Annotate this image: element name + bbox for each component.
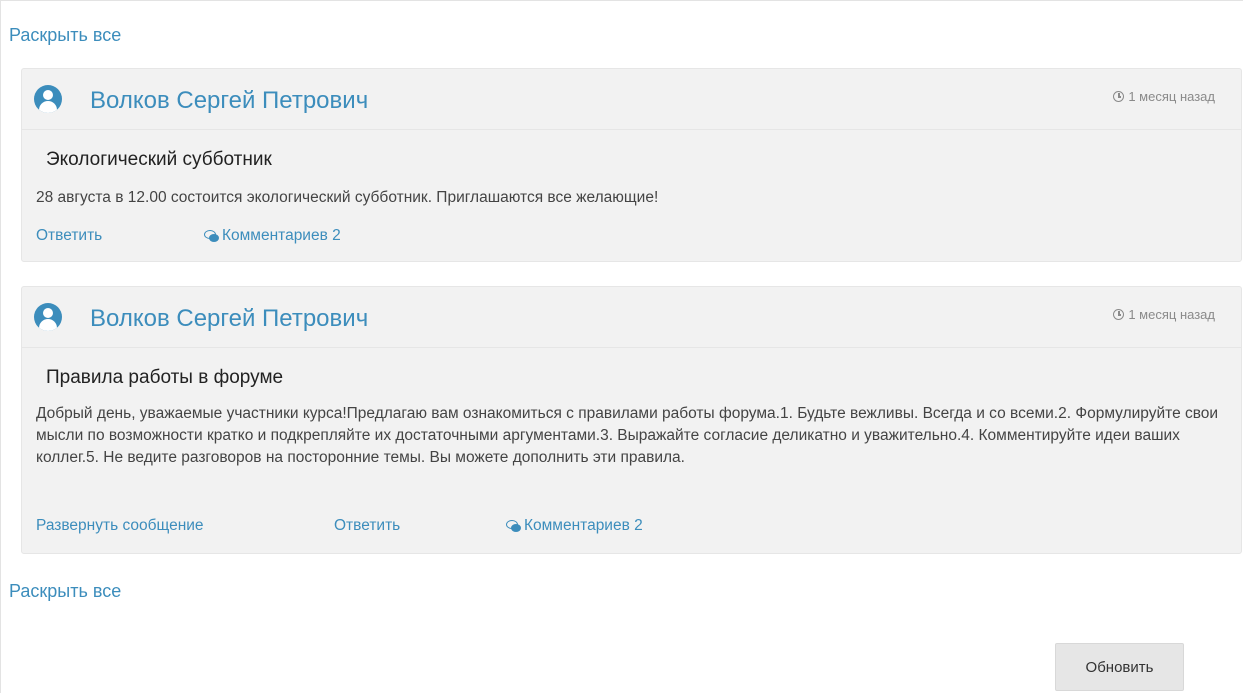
- comments-link[interactable]: Комментариев 2: [204, 227, 341, 245]
- comments-link[interactable]: Комментариев 2: [506, 517, 643, 535]
- comments-count: Комментариев 2: [222, 227, 341, 244]
- post-title: Правила работы в форуме: [46, 367, 284, 388]
- clock-icon: [1113, 91, 1125, 102]
- expand-all-link[interactable]: Раскрыть все: [9, 25, 121, 46]
- forum-post: Волков Сергей Петрович 1 месяц назад Эко…: [21, 68, 1242, 262]
- comments-icon: [506, 520, 521, 532]
- post-timestamp-text: 1 месяц назад: [1128, 307, 1215, 322]
- post-header: Волков Сергей Петрович 1 месяц назад: [22, 287, 1241, 348]
- refresh-button[interactable]: Обновить: [1055, 643, 1184, 691]
- post-author-link[interactable]: Волков Сергей Петрович: [90, 305, 368, 333]
- expand-message-link[interactable]: Развернуть сообщение: [36, 517, 204, 535]
- comments-icon: [204, 230, 219, 242]
- post-text: 28 августа в 12.00 состоится экологическ…: [36, 189, 659, 206]
- user-avatar-icon: [34, 303, 62, 331]
- post-text-truncated: Добрый день, уважаемые участники курса!П…: [36, 403, 1227, 491]
- reply-link[interactable]: Ответить: [36, 227, 102, 245]
- user-avatar-icon: [34, 85, 62, 113]
- forum-page: Раскрыть все Волков Сергей Петрович 1 ме…: [0, 0, 1243, 693]
- clock-icon: [1113, 309, 1125, 320]
- post-timestamp: 1 месяц назад: [1113, 307, 1215, 322]
- comments-count: Комментариев 2: [524, 517, 643, 534]
- post-header: Волков Сергей Петрович 1 месяц назад: [22, 69, 1241, 130]
- reply-link[interactable]: Ответить: [334, 517, 400, 535]
- expand-all-link[interactable]: Раскрыть все: [9, 581, 121, 602]
- forum-post: Волков Сергей Петрович 1 месяц назад Пра…: [21, 286, 1242, 554]
- post-timestamp-text: 1 месяц назад: [1128, 89, 1215, 104]
- post-title: Экологический субботник: [46, 149, 272, 170]
- post-timestamp: 1 месяц назад: [1113, 89, 1215, 104]
- post-text: Добрый день, уважаемые участники курса!П…: [36, 405, 1219, 466]
- post-author-link[interactable]: Волков Сергей Петрович: [90, 87, 368, 115]
- text-fade-overlay: [36, 465, 1227, 491]
